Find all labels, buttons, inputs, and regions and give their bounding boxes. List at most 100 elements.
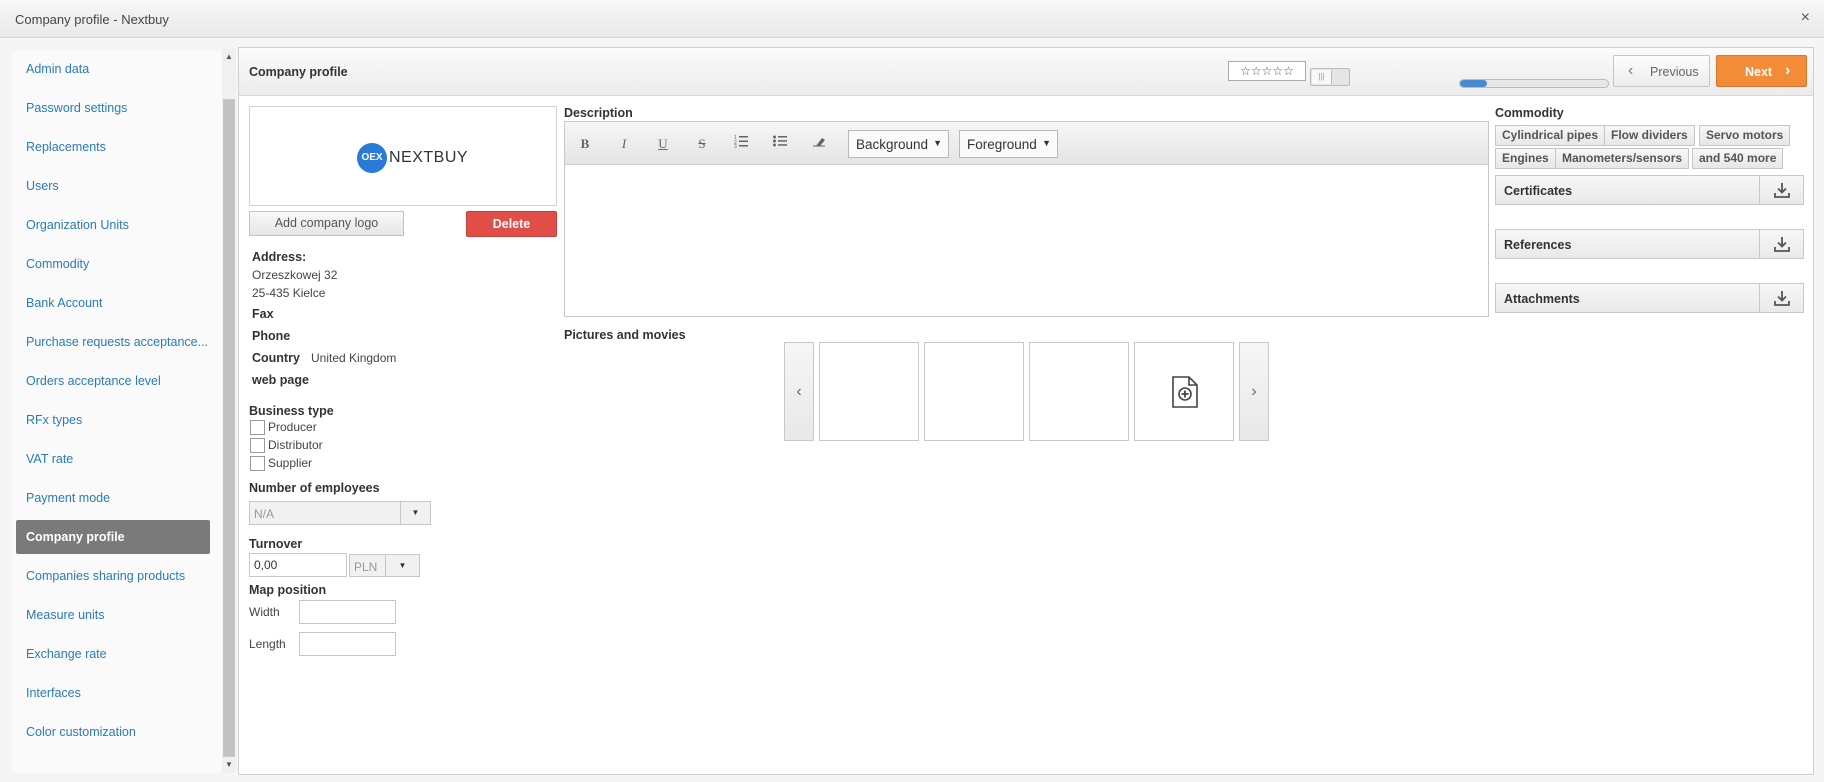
carousel-next-icon[interactable]: › [1239, 342, 1269, 441]
page-title: Company profile [249, 65, 348, 79]
address-line2: 25-435 Kielce [252, 286, 326, 300]
sidebar-item-admin-data[interactable]: Admin data [16, 52, 210, 86]
references-section[interactable]: References [1495, 229, 1804, 259]
chevron-down-icon: ▼ [400, 502, 430, 524]
scroll-down-icon[interactable]: ▼ [222, 757, 236, 773]
commodity-tag[interactable]: Flow dividers [1604, 125, 1695, 146]
add-file-icon [1172, 376, 1198, 408]
pictures-label: Pictures and movies [564, 328, 686, 342]
editor-toolbar: B I U S 123 Background ▼ Foreground ▼ [565, 122, 1488, 165]
sidebar-item-measure-units[interactable]: Measure units [16, 598, 210, 632]
sidebar-item-organization-units[interactable]: Organization Units [16, 208, 210, 242]
currency-select[interactable]: PLN ▼ [349, 554, 420, 577]
profile-progress-bar [1459, 79, 1609, 88]
add-company-logo-button[interactable]: Add company logo [249, 211, 404, 236]
add-picture-slot[interactable] [1134, 342, 1234, 441]
company-logo-box: OEX NEXTBUY [249, 106, 557, 206]
attachments-section[interactable]: Attachments [1495, 283, 1804, 313]
sidebar-item-users[interactable]: Users [16, 169, 210, 203]
background-color-dropdown[interactable]: Background ▼ [848, 130, 949, 158]
producer-checkbox[interactable] [250, 420, 265, 435]
description-editor[interactable]: B I U S 123 Background ▼ Foreground ▼ [564, 121, 1489, 317]
foreground-color-dropdown[interactable]: Foreground ▼ [959, 130, 1058, 158]
sidebar-item-interfaces[interactable]: Interfaces [16, 676, 210, 710]
sidebar-item-company-profile[interactable]: Company profile [16, 520, 210, 554]
next-button[interactable]: Next › [1716, 55, 1807, 87]
delete-logo-button[interactable]: Delete [466, 211, 557, 237]
previous-button[interactable]: ‹ Previous [1613, 55, 1710, 87]
bold-icon[interactable]: B [574, 134, 596, 154]
length-input[interactable] [299, 632, 396, 656]
sidebar-item-purchase-requests[interactable]: Purchase requests acceptance... [16, 325, 210, 359]
download-icon[interactable] [1759, 230, 1803, 258]
eraser-icon[interactable] [808, 134, 830, 154]
supplier-checkbox[interactable] [250, 456, 265, 471]
bullet-list-icon[interactable] [769, 134, 791, 154]
certificates-label: Certificates [1504, 184, 1573, 198]
commodity-tag[interactable]: Manometers/sensors [1555, 148, 1690, 169]
country-label: Country [252, 351, 300, 365]
commodity-tag[interactable]: Cylindrical pipes [1495, 125, 1606, 146]
sidebar-item-commodity[interactable]: Commodity [16, 247, 210, 281]
company-logo: OEX NEXTBUY [357, 143, 468, 173]
scroll-thumb[interactable] [223, 99, 235, 757]
underline-icon[interactable]: U [652, 134, 674, 154]
sidebar-item-companies-sharing[interactable]: Companies sharing products [16, 559, 210, 593]
commodity-tag[interactable]: Engines [1495, 148, 1556, 169]
sidebar-item-replacements[interactable]: Replacements [16, 130, 210, 164]
sidebar-item-payment-mode[interactable]: Payment mode [16, 481, 210, 515]
width-label: Width [249, 605, 280, 619]
window-titlebar: Company profile - Nextbuy × [0, 0, 1824, 38]
width-input[interactable] [299, 600, 396, 624]
carousel-prev-icon[interactable]: ‹ [784, 342, 814, 441]
chevron-right-icon: › [1785, 62, 1791, 79]
length-label: Length [249, 637, 286, 651]
distributor-checkbox[interactable] [250, 438, 265, 453]
caret-down-icon: ▼ [933, 138, 942, 148]
currency-value: PLN [354, 560, 378, 574]
chevron-left-icon: ‹ [1628, 62, 1634, 79]
sidebar-item-vat-rate[interactable]: VAT rate [16, 442, 210, 476]
close-icon[interactable]: × [1801, 9, 1810, 27]
fax-label: Fax [252, 307, 274, 321]
address-label: Address: [252, 250, 307, 264]
commodity-label: Commodity [1495, 106, 1564, 120]
download-icon[interactable] [1759, 284, 1803, 312]
employees-select[interactable]: N/A ▼ [249, 501, 431, 525]
caret-down-icon: ▼ [1042, 138, 1051, 148]
sidebar-item-exchange-rate[interactable]: Exchange rate [16, 637, 210, 671]
background-label: Background [856, 137, 929, 152]
svg-text:3: 3 [734, 144, 737, 148]
picture-slot[interactable] [819, 342, 919, 441]
window-title: Company profile - Nextbuy [15, 12, 169, 27]
sidebar-item-password-settings[interactable]: Password settings [16, 91, 210, 125]
address-line1: Orzeszkowej 32 [252, 268, 338, 282]
sidebar-item-bank-account[interactable]: Bank Account [16, 286, 210, 320]
sidebar-item-color-customization[interactable]: Color customization [16, 715, 210, 749]
sidebar-item-rfx-types[interactable]: RFx types [16, 403, 210, 437]
more-commodities-tag[interactable]: and 540 more [1692, 148, 1784, 169]
map-position-label: Map position [249, 583, 327, 597]
business-type-label: Business type [249, 404, 334, 418]
download-icon[interactable] [1759, 176, 1803, 204]
italic-icon[interactable]: I [613, 134, 635, 154]
turnover-input[interactable]: 0,00 [249, 553, 347, 577]
strikethrough-icon[interactable]: S [691, 134, 713, 154]
ordered-list-icon[interactable]: 123 [730, 134, 752, 154]
next-label: Next [1745, 65, 1773, 79]
company-profile-panel: Company profile ☆☆☆☆☆ ||| ‹ Previous Nex… [238, 47, 1814, 775]
rating-stars[interactable]: ☆☆☆☆☆ [1228, 61, 1306, 81]
commodity-tag[interactable]: Servo motors [1699, 125, 1791, 146]
sidebar-scrollbar[interactable]: ▲ ▼ [222, 49, 236, 773]
visibility-toggle[interactable]: ||| [1310, 68, 1350, 86]
turnover-label: Turnover [249, 537, 303, 551]
sidebar-item-orders-acceptance[interactable]: Orders acceptance level [16, 364, 210, 398]
previous-label: Previous [1650, 65, 1699, 79]
scroll-up-icon[interactable]: ▲ [222, 49, 236, 65]
logo-text: NEXTBUY [389, 149, 469, 166]
certificates-section[interactable]: Certificates [1495, 175, 1804, 205]
picture-slot[interactable] [1029, 342, 1129, 441]
foreground-label: Foreground [967, 137, 1037, 152]
panel-header: Company profile ☆☆☆☆☆ ||| ‹ Previous Nex… [239, 48, 1813, 96]
picture-slot[interactable] [924, 342, 1024, 441]
